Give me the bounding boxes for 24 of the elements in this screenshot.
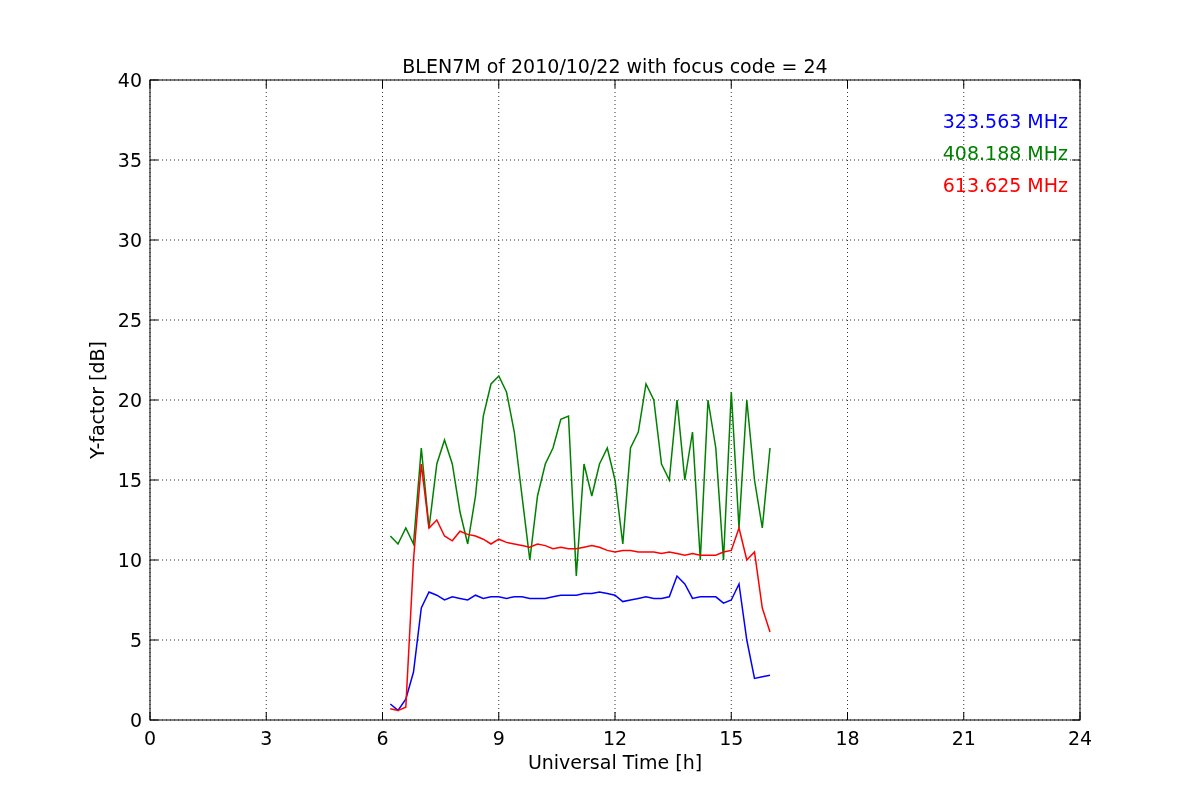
tick-label: 15 [117,469,142,491]
tick-label: 15 [719,727,744,749]
tick-label: 35 [117,149,142,171]
tick-label: 5 [129,629,142,651]
tick-label: 0 [129,709,142,731]
tick-label: 25 [117,309,142,331]
tick-label: 3 [260,727,273,749]
tick-label: 24 [1067,727,1093,749]
legend-label: 323.563 MHz [942,110,1068,132]
tick-label: 20 [117,389,142,411]
tick-label: 12 [602,727,628,749]
tick-label: 10 [117,549,142,571]
tick-label: 9 [492,727,505,749]
tick-label: 18 [835,727,860,749]
y-axis-label: Y-factor [dB] [86,341,108,459]
tick-label: 0 [143,727,157,749]
tick-label: 30 [117,229,142,251]
chart-title: BLEN7M of 2010/10/22 with focus code = 24 [402,55,828,77]
tick-label: 6 [376,727,389,749]
legend-label: 613.625 MHz [942,174,1068,196]
x-axis-label: Universal Time [h] [527,751,703,773]
tick-label: 21 [951,727,976,749]
legend-label: 408.188 MHz [942,142,1068,164]
tick-label: 40 [117,69,142,91]
